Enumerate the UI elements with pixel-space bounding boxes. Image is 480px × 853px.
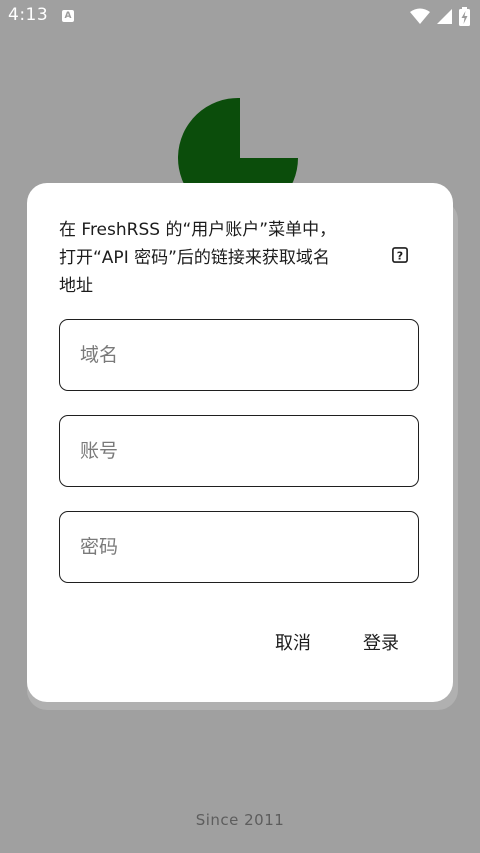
status-time: 4:13 <box>8 5 49 25</box>
help-icon[interactable]: ? <box>392 247 408 263</box>
login-button[interactable]: 登录 <box>353 623 409 661</box>
password-field[interactable] <box>59 511 419 583</box>
cancel-button[interactable]: 取消 <box>265 623 321 661</box>
password-input[interactable] <box>60 512 418 582</box>
login-dialog: 在 FreshRSS 的“用户账户”菜单中， 打开“API 密码”后的链接来获取… <box>27 183 453 702</box>
account-field[interactable] <box>59 415 419 487</box>
notification-icon: A <box>62 10 74 22</box>
battery-charging-icon <box>459 7 470 26</box>
domain-field[interactable] <box>59 319 419 391</box>
signal-icon <box>437 9 452 24</box>
domain-input[interactable] <box>60 320 418 390</box>
status-icons <box>410 7 470 26</box>
since-text: Since 2011 <box>195 811 285 829</box>
status-bar: 4:13 A <box>0 0 480 33</box>
account-input[interactable] <box>60 416 418 486</box>
dialog-message: 在 FreshRSS 的“用户账户”菜单中， 打开“API 密码”后的链接来获取… <box>59 220 337 296</box>
wifi-icon <box>410 8 430 24</box>
svg-text:?: ? <box>397 249 403 262</box>
